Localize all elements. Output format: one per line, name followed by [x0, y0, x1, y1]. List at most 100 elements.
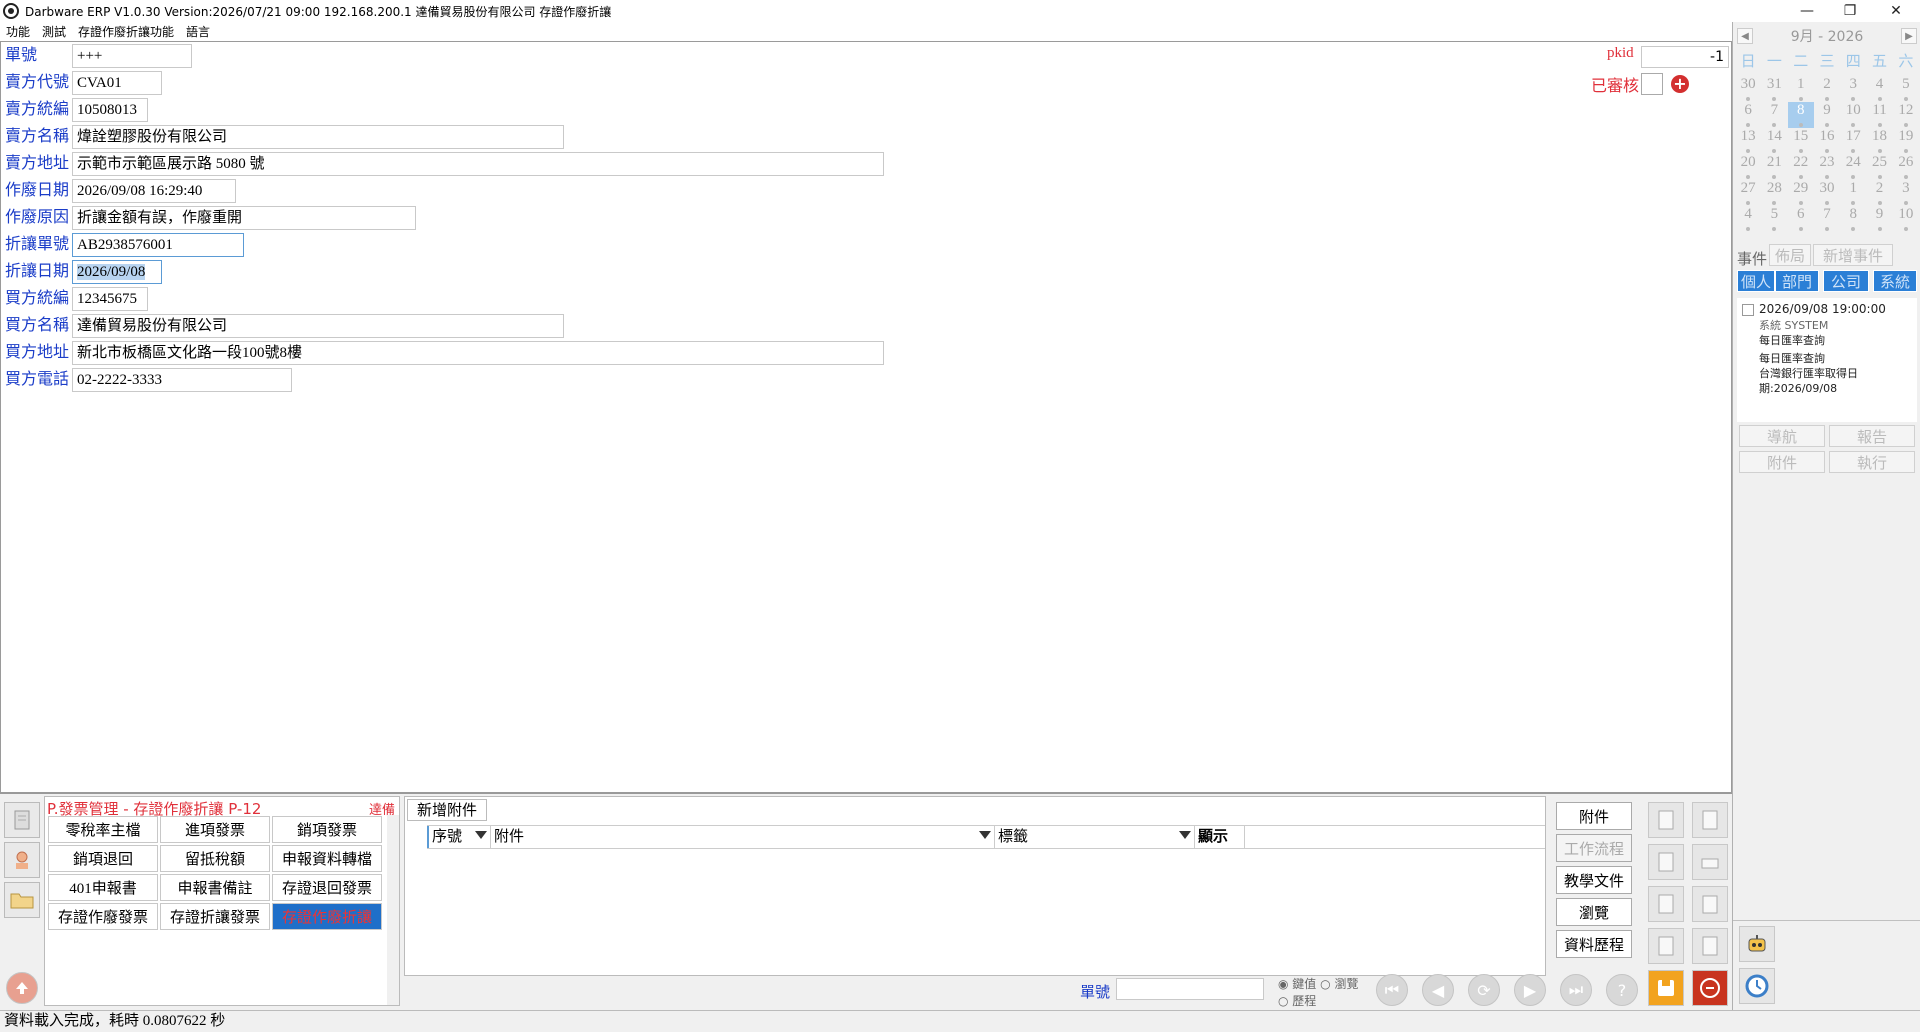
save-icon[interactable] — [1648, 970, 1684, 1006]
calendar-day[interactable]: 13 — [1735, 128, 1761, 154]
buyer-name-field[interactable]: 達備貿易股份有限公司 — [72, 314, 564, 338]
menu-item-function[interactable]: 功能 — [0, 23, 36, 40]
menu-item-language[interactable]: 語言 — [180, 23, 216, 40]
calendar-day[interactable]: 10 — [1893, 206, 1919, 232]
event-attach-button[interactable]: 附件 — [1739, 451, 1825, 473]
calendar-day[interactable]: 24 — [1840, 154, 1866, 180]
calendar-day[interactable]: 14 — [1761, 128, 1787, 154]
nav-no-input[interactable] — [1116, 978, 1264, 1000]
btn-allowance-invoice[interactable]: 存證折讓發票 — [160, 903, 270, 930]
calendar-day[interactable]: 5 — [1761, 206, 1787, 232]
prev-record-icon[interactable]: ◀ — [1422, 974, 1454, 1006]
tutorial-button[interactable]: 教學文件 — [1556, 866, 1632, 894]
btn-void-allowance[interactable]: 存證作廢折讓 — [272, 903, 382, 930]
refresh-icon[interactable]: ⟳ — [1468, 974, 1500, 1006]
navigate-button[interactable]: 導航 — [1739, 425, 1825, 447]
seller-name-field[interactable]: 煒詮塑膠股份有限公司 — [72, 125, 564, 149]
edit-doc-icon[interactable] — [1648, 844, 1684, 880]
first-record-icon[interactable]: ⏮ — [1376, 974, 1408, 1006]
calendar-day[interactable]: 9 — [1814, 102, 1840, 128]
execute-button[interactable]: 執行 — [1829, 451, 1915, 473]
filter-icon[interactable] — [979, 831, 991, 839]
search-doc-icon[interactable] — [1648, 886, 1684, 922]
tab-personal[interactable]: 個人 — [1737, 270, 1775, 292]
attach-button[interactable]: 附件 — [1556, 802, 1632, 830]
btn-output-return[interactable]: 銷項退回 — [48, 845, 158, 872]
radio-history[interactable]: ○ 歷程 — [1278, 994, 1316, 1008]
filter-icon[interactable] — [475, 831, 487, 839]
calendar-day[interactable]: 4 — [1735, 206, 1761, 232]
robot-icon[interactable] — [1739, 926, 1775, 962]
calendar-day[interactable]: 8 — [1787, 102, 1814, 128]
calendar-day[interactable]: 2 — [1814, 76, 1840, 102]
pkid-field[interactable]: -1 — [1641, 46, 1729, 68]
calendar-day[interactable]: 29 — [1788, 180, 1814, 206]
btn-input-invoice[interactable]: 進項發票 — [160, 816, 270, 843]
filter-icon[interactable] — [1179, 831, 1191, 839]
calendar-day[interactable]: 1 — [1788, 76, 1814, 102]
workflow-button[interactable]: 工作流程 — [1556, 834, 1632, 862]
add-event-button[interactable]: 新增事件 — [1813, 244, 1893, 266]
calendar-day[interactable]: 23 — [1814, 154, 1840, 180]
tab-system[interactable]: 系統 — [1873, 270, 1917, 292]
calendar-day[interactable]: 25 — [1866, 154, 1892, 180]
calendar-day[interactable]: 16 — [1814, 128, 1840, 154]
history-button[interactable]: 資料歷程 — [1556, 930, 1632, 958]
btn-report-notes[interactable]: 申報書備註 — [160, 874, 270, 901]
seller-code-field[interactable]: CVA01 — [72, 71, 162, 95]
menu-item-module-functions[interactable]: 存證作廢折讓功能 — [72, 23, 180, 40]
buyer-phone-field[interactable]: 02-2222-3333 — [72, 368, 292, 392]
calendar-day[interactable]: 3 — [1893, 180, 1919, 206]
buyer-taxid-field[interactable]: 12345675 — [72, 287, 148, 311]
approved-checkbox[interactable] — [1641, 73, 1663, 95]
col-tag[interactable]: 標籤 — [995, 826, 1195, 848]
copy-doc-icon[interactable] — [1692, 802, 1728, 838]
module-scrollbar[interactable] — [387, 815, 399, 1005]
calendar-day[interactable]: 5 — [1893, 76, 1919, 102]
calendar-day[interactable]: 7 — [1814, 206, 1840, 232]
radio-key[interactable]: ◉ 鍵值 — [1278, 977, 1316, 991]
calendar-day[interactable]: 19 — [1893, 128, 1919, 154]
col-display[interactable]: 顯示 — [1195, 826, 1245, 848]
tab-department[interactable]: 部門 — [1775, 270, 1819, 292]
allowance-date-field[interactable]: 2026/09/08 — [72, 260, 162, 284]
calendar-day[interactable]: 18 — [1866, 128, 1892, 154]
btn-void-invoice[interactable]: 存證作廢發票 — [48, 903, 158, 930]
prev-month-button[interactable]: ◀ — [1737, 28, 1753, 44]
minimize-button[interactable]: — — [1784, 0, 1830, 22]
next-month-button[interactable]: ▶ — [1901, 28, 1917, 44]
calendar-day[interactable]: 20 — [1735, 154, 1761, 180]
btn-report-transfer[interactable]: 申報資料轉檔 — [272, 845, 382, 872]
browse-button[interactable]: 瀏覽 — [1556, 898, 1632, 926]
seller-address-field[interactable]: 示範市示範區展示路 5080 號 — [72, 152, 884, 176]
preview-icon[interactable] — [1692, 928, 1728, 964]
calendar-day[interactable]: 17 — [1840, 128, 1866, 154]
calendar-day[interactable]: 7 — [1761, 102, 1787, 128]
allowance-no-field[interactable]: AB2938576001 — [72, 233, 244, 257]
calendar-day[interactable]: 10 — [1840, 102, 1866, 128]
clipboard-icon[interactable] — [1692, 886, 1728, 922]
seller-taxid-field[interactable]: 10508013 — [72, 98, 148, 122]
event-checkbox[interactable] — [1742, 304, 1754, 316]
print-icon[interactable] — [1692, 844, 1728, 880]
layout-button[interactable]: 佈局 — [1769, 244, 1811, 266]
col-attachment[interactable]: 附件 — [491, 826, 995, 848]
calendar-day[interactable]: 12 — [1893, 102, 1919, 128]
calendar-day[interactable]: 15 — [1788, 128, 1814, 154]
add-attachment-tab[interactable]: 新增附件 — [407, 799, 487, 821]
btn-output-invoice[interactable]: 銷項發票 — [272, 816, 382, 843]
calendar-day[interactable]: 30 — [1814, 180, 1840, 206]
calendar-day[interactable]: 30 — [1735, 76, 1761, 102]
calendar-day[interactable]: 11 — [1866, 102, 1892, 128]
help-icon[interactable]: ? — [1606, 974, 1638, 1006]
calendar-day[interactable]: 4 — [1866, 76, 1892, 102]
buyer-address-field[interactable]: 新北市板橋區文化路一段100號8樓 — [72, 341, 884, 365]
calendar-day[interactable]: 22 — [1788, 154, 1814, 180]
btn-zero-tax-master[interactable]: 零稅率主檔 — [48, 816, 158, 843]
calendar-day[interactable]: 21 — [1761, 154, 1787, 180]
calendar-day[interactable]: 28 — [1761, 180, 1787, 206]
calendar-day[interactable]: 31 — [1761, 76, 1787, 102]
doc-icon[interactable] — [4, 802, 40, 838]
btn-retained-tax[interactable]: 留抵稅額 — [160, 845, 270, 872]
report-button[interactable]: 報告 — [1829, 425, 1915, 447]
